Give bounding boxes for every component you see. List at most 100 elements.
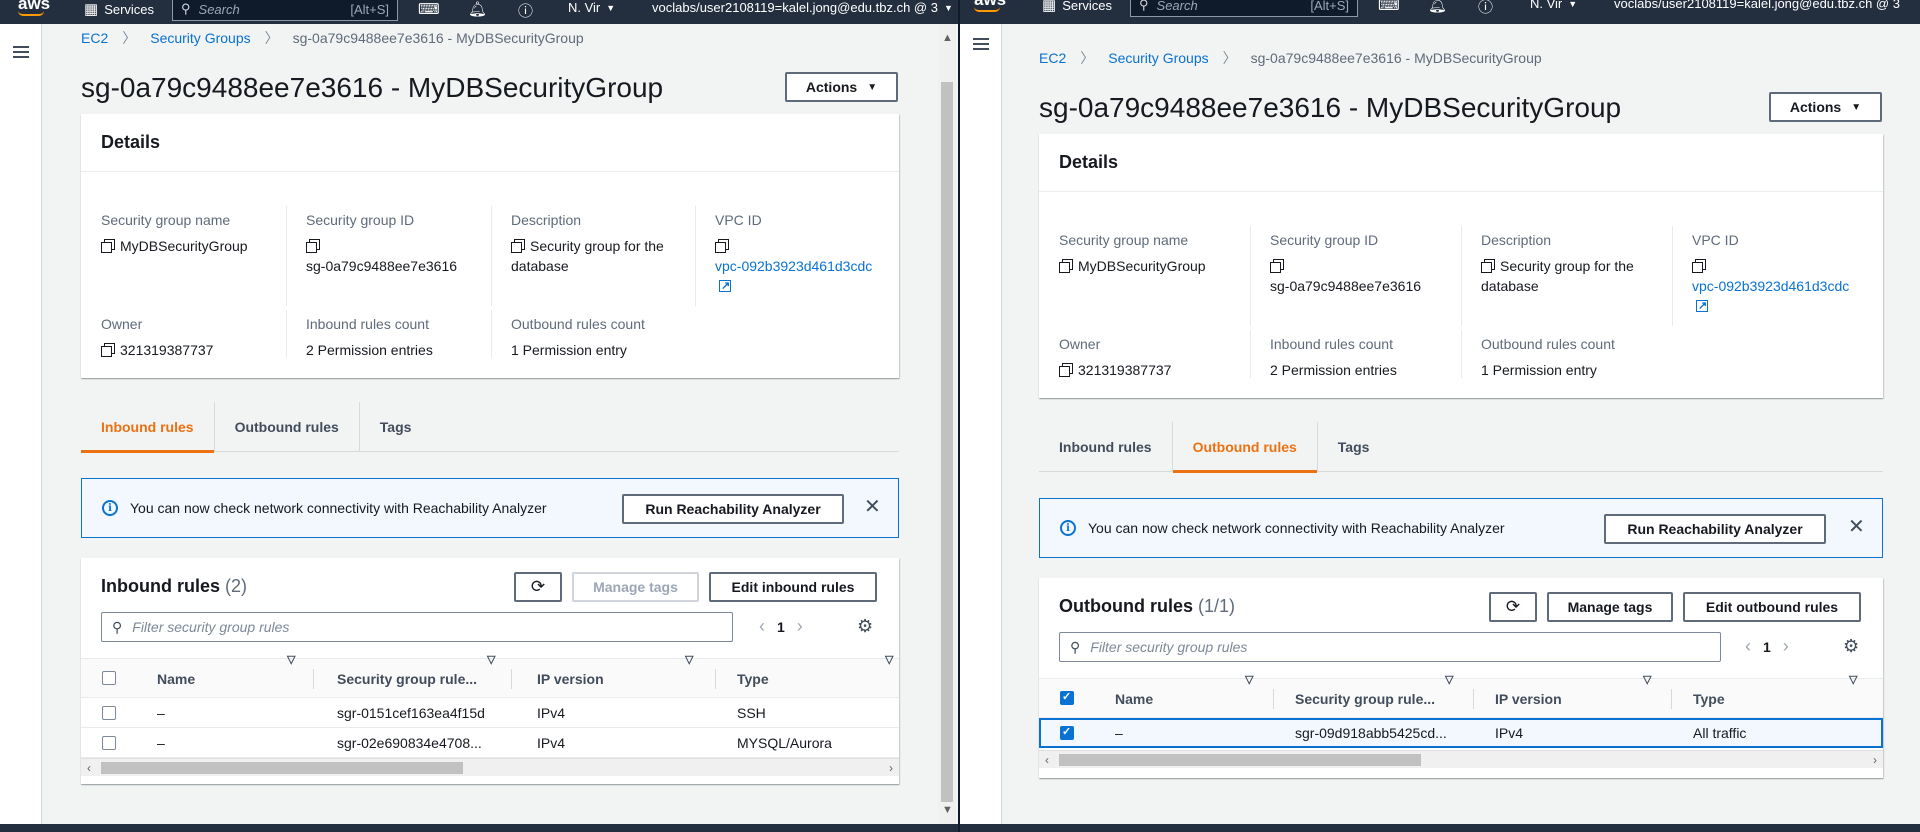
row-checkbox[interactable]	[1060, 725, 1074, 740]
breadcrumb-ec2-link[interactable]: EC2	[1039, 50, 1066, 66]
table-row[interactable]: – sgr-09d918abb5425cd... IPv4 All traffi…	[1039, 718, 1883, 748]
manage-tags-button[interactable]: Manage tags	[572, 572, 699, 602]
services-menu[interactable]: ▦ Services	[84, 0, 154, 18]
copy-icon[interactable]	[1270, 259, 1284, 273]
column-header-type[interactable]: Type	[1693, 679, 1725, 719]
run-reachability-analyzer-button[interactable]: Run Reachability Analyzer	[622, 494, 844, 524]
menu-hamburger-icon[interactable]	[973, 38, 989, 50]
tab-inbound-rules[interactable]: Inbound rules	[81, 402, 215, 453]
horizontal-scrollbar[interactable]: ‹ ›	[81, 758, 899, 776]
aws-logo[interactable]: aws	[974, 0, 1006, 12]
search-input[interactable]: ⚲ Search [Alt+S]	[1130, 0, 1358, 17]
gear-icon[interactable]: ⚙	[857, 616, 873, 637]
menu-hamburger-icon[interactable]	[13, 46, 29, 58]
scrollbar-thumb[interactable]	[1059, 754, 1421, 766]
copy-icon[interactable]	[101, 239, 115, 253]
filter-rules-input[interactable]: ⚲ Filter security group rules	[101, 612, 733, 642]
copy-icon[interactable]	[101, 343, 115, 357]
scroll-right-icon[interactable]: ›	[1873, 751, 1877, 769]
account-menu[interactable]: voclabs/user2108119=kalel.jong@edu.tbz.c…	[652, 0, 953, 15]
sort-down-icon[interactable]: ▽	[685, 653, 693, 666]
tab-outbound-rules[interactable]: Outbound rules	[215, 402, 360, 452]
account-menu[interactable]: voclabs/user2108119=kalel.jong@edu.tbz.c…	[1614, 0, 1900, 11]
copy-icon[interactable]	[1692, 259, 1706, 273]
filter-rules-input[interactable]: ⚲ Filter security group rules	[1059, 632, 1721, 662]
chevron-right-icon[interactable]: ›	[1783, 636, 1789, 657]
chevron-left-icon[interactable]: ‹	[1745, 636, 1751, 657]
scrollbar-thumb[interactable]	[941, 82, 953, 802]
region-selector[interactable]: N. Vir ▼	[1530, 0, 1577, 11]
run-reachability-analyzer-button[interactable]: Run Reachability Analyzer	[1604, 514, 1826, 544]
vpc-id-link[interactable]: vpc-092b3923d461d3cdc	[1692, 278, 1849, 294]
help-icon[interactable]: ⓘ	[1478, 0, 1493, 17]
tab-outbound-rules[interactable]: Outbound rules	[1172, 422, 1318, 473]
gear-icon[interactable]: ⚙	[1843, 636, 1859, 657]
column-header-type[interactable]: Type	[737, 659, 769, 699]
column-header-name[interactable]: Name	[157, 659, 195, 699]
sort-down-icon[interactable]: ▽	[1245, 673, 1253, 686]
tab-inbound-rules[interactable]: Inbound rules	[1039, 422, 1173, 472]
sort-down-icon[interactable]: ▽	[487, 653, 495, 666]
cloudshell-icon[interactable]: ⌨	[1378, 0, 1400, 14]
scroll-up-icon[interactable]: ▲	[942, 32, 953, 44]
select-all-checkbox[interactable]	[102, 671, 116, 685]
search-input[interactable]: ⚲ Search [Alt+S]	[172, 0, 398, 21]
sort-down-icon[interactable]: ▽	[1643, 673, 1651, 686]
refresh-button[interactable]: ⟳	[514, 572, 562, 602]
actions-button[interactable]: Actions ▼	[1769, 92, 1882, 122]
copy-icon[interactable]	[1059, 259, 1073, 273]
bell-icon[interactable]: 🔔︎	[468, 0, 487, 18]
aws-logo[interactable]: aws	[18, 0, 50, 16]
scroll-left-icon[interactable]: ‹	[1045, 751, 1049, 769]
table-row[interactable]: – sgr-0151cef163ea4f15d IPv4 SSH	[81, 698, 899, 728]
copy-icon[interactable]	[715, 239, 729, 253]
column-divider	[1473, 689, 1474, 709]
column-header-ip-version[interactable]: IP version	[1495, 679, 1562, 719]
vertical-scrollbar[interactable]: ▲ ▼	[938, 24, 956, 824]
close-icon[interactable]: ✕	[864, 494, 881, 519]
vpc-id-link[interactable]: vpc-092b3923d461d3cdc	[715, 258, 872, 274]
column-header-rule-id[interactable]: Security group rule...	[337, 659, 477, 699]
help-icon[interactable]: ⓘ	[518, 0, 533, 21]
tab-tags[interactable]: Tags	[360, 402, 432, 452]
copy-icon[interactable]	[511, 239, 525, 253]
manage-tags-button[interactable]: Manage tags	[1547, 592, 1673, 622]
services-menu[interactable]: ▦ Services	[1042, 0, 1112, 14]
copy-icon[interactable]	[1059, 363, 1073, 377]
scroll-right-icon[interactable]: ›	[889, 759, 893, 777]
copy-icon[interactable]	[306, 239, 320, 253]
sort-down-icon[interactable]: ▽	[1849, 673, 1857, 686]
refresh-button[interactable]: ⟳	[1489, 592, 1537, 622]
cloudshell-icon[interactable]: ⌨	[418, 0, 440, 18]
page-number[interactable]: 1	[777, 619, 785, 635]
edit-inbound-rules-button[interactable]: Edit inbound rules	[709, 572, 877, 602]
copy-icon[interactable]	[1481, 259, 1495, 273]
scroll-down-icon[interactable]: ▼	[942, 804, 953, 816]
page-number[interactable]: 1	[1763, 639, 1771, 655]
column-header-rule-id[interactable]: Security group rule...	[1295, 679, 1435, 719]
horizontal-scrollbar[interactable]: ‹ ›	[1039, 750, 1883, 768]
column-header-ip-version[interactable]: IP version	[537, 659, 604, 699]
edit-outbound-rules-button[interactable]: Edit outbound rules	[1683, 592, 1861, 622]
tab-tags[interactable]: Tags	[1318, 422, 1390, 472]
row-checkbox[interactable]	[102, 706, 116, 720]
table-row[interactable]: – sgr-02e690834e4708... IPv4 MYSQL/Auror…	[81, 728, 899, 758]
column-header-name[interactable]: Name	[1115, 679, 1153, 719]
scroll-left-icon[interactable]: ‹	[87, 759, 91, 777]
breadcrumb-security-groups-link[interactable]: Security Groups	[1108, 50, 1208, 66]
chevron-right-icon[interactable]: ›	[797, 616, 803, 637]
scrollbar-thumb[interactable]	[101, 762, 463, 774]
sort-down-icon[interactable]: ▽	[885, 653, 893, 666]
chevron-left-icon[interactable]: ‹	[759, 616, 765, 637]
sort-down-icon[interactable]: ▽	[287, 653, 295, 666]
refresh-icon: ⟳	[530, 577, 546, 596]
close-icon[interactable]: ✕	[1848, 514, 1865, 539]
breadcrumb-security-groups-link[interactable]: Security Groups	[150, 30, 250, 46]
select-all-checkbox[interactable]	[1060, 690, 1074, 705]
bell-icon[interactable]: 🔔︎	[1428, 0, 1447, 14]
actions-button[interactable]: Actions ▼	[785, 72, 898, 102]
sort-down-icon[interactable]: ▽	[1445, 673, 1453, 686]
breadcrumb-ec2-link[interactable]: EC2	[81, 30, 108, 46]
row-checkbox[interactable]	[102, 736, 116, 750]
region-selector[interactable]: N. Vir ▼	[568, 0, 615, 15]
